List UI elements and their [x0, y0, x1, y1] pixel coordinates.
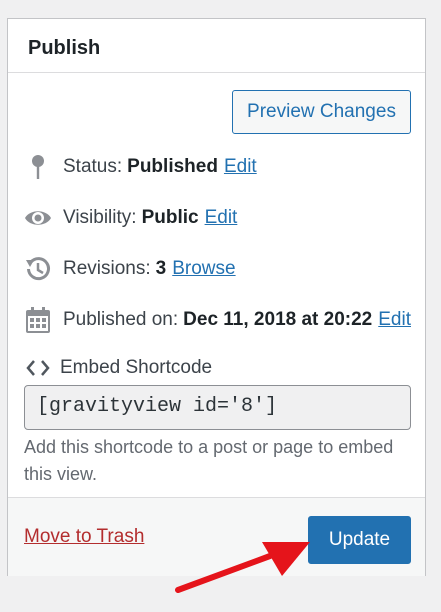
move-to-trash-link[interactable]: Move to Trash: [24, 526, 144, 548]
preview-changes-button[interactable]: Preview Changes: [232, 90, 411, 134]
shortcode-field[interactable]: [gravityview id='8']: [24, 385, 411, 430]
published-row: Published on: Dec 11, 2018 at 20:22 Edit: [24, 305, 411, 335]
shortcode-help-text: Add this shortcode to a post or page to …: [24, 437, 394, 484]
visibility-label: Visibility:: [63, 207, 137, 228]
published-edit-link[interactable]: Edit: [378, 309, 411, 331]
published-value: Dec 11, 2018 at 20:22: [183, 309, 373, 330]
embed-shortcode-label: Embed Shortcode: [26, 357, 212, 379]
code-icon: [26, 359, 52, 377]
panel-header: Publish: [8, 19, 425, 73]
revisions-row: Revisions: 3 Browse: [24, 254, 236, 284]
status-edit-link[interactable]: Edit: [224, 156, 257, 178]
revisions-browse-link[interactable]: Browse: [172, 258, 235, 280]
update-button[interactable]: Update: [308, 516, 411, 564]
annotation-arrow-icon: [175, 542, 310, 593]
publish-panel: Publish Preview Changes Status: Publishe…: [7, 18, 426, 576]
visibility-row: Visibility: Public Edit: [24, 203, 237, 233]
revisions-label: Revisions:: [63, 258, 151, 279]
eye-icon: [24, 204, 52, 232]
status-label: Status:: [63, 156, 123, 177]
embed-label-text: Embed Shortcode: [60, 357, 213, 378]
status-value: Published: [127, 156, 218, 177]
panel-title: Publish: [28, 37, 101, 59]
calendar-icon: [24, 306, 52, 334]
status-row: Status: Published Edit: [24, 152, 257, 182]
visibility-edit-link[interactable]: Edit: [205, 207, 238, 229]
history-icon: [24, 255, 52, 283]
revisions-value: 3: [155, 258, 167, 279]
pin-icon: [24, 153, 52, 181]
visibility-value: Public: [141, 207, 199, 228]
published-label: Published on:: [63, 309, 179, 330]
